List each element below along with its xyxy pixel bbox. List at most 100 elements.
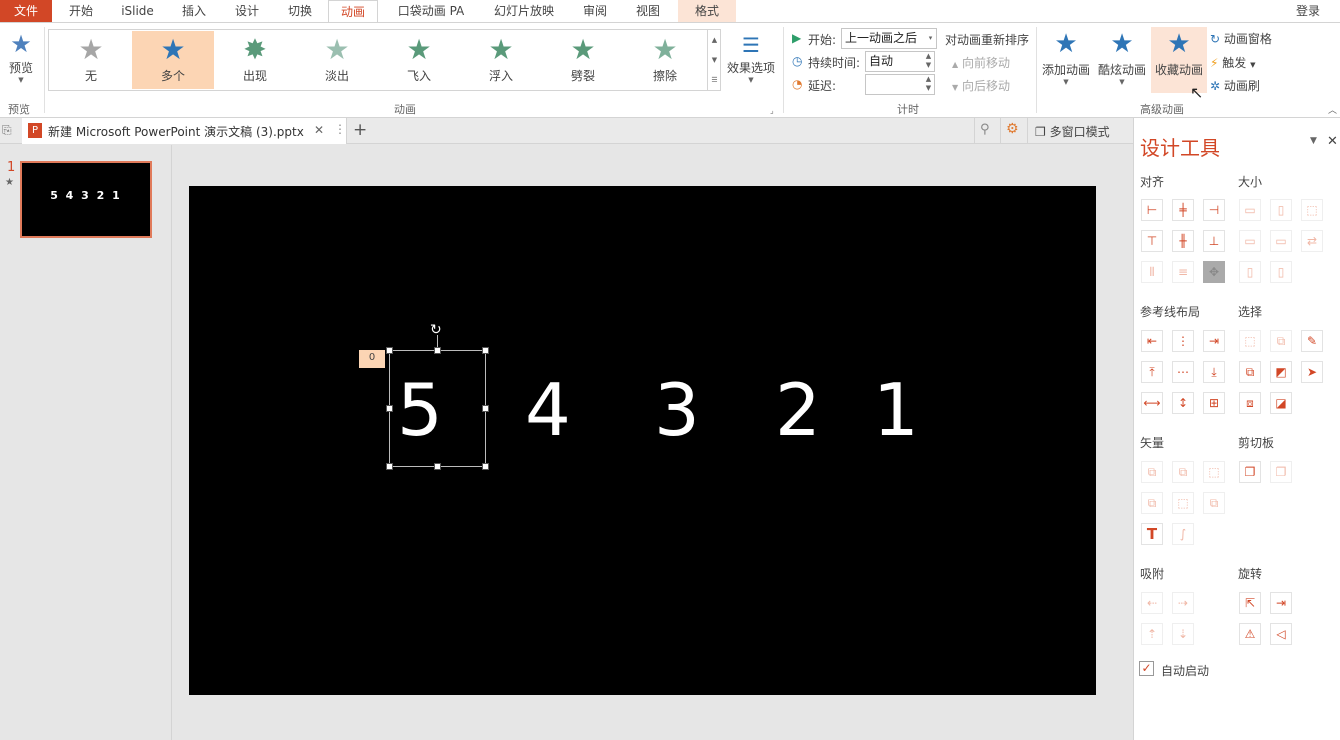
move-earlier-button[interactable]: ▲ 向前移动	[952, 54, 1010, 71]
tab-review[interactable]: 审阅	[572, 0, 618, 22]
preview-button[interactable]: ★ 预览 ▼	[2, 29, 40, 93]
select-back-icon[interactable]: ◪	[1270, 392, 1292, 414]
tab-file[interactable]: 文件	[0, 0, 52, 22]
edit-points-icon[interactable]: ∫	[1172, 523, 1194, 545]
cool-animation-button[interactable]: ★ 酷炫动画 ▼	[1095, 27, 1149, 93]
select-pieces-icon[interactable]: ⧈	[1239, 392, 1261, 414]
union-icon[interactable]: ⧉	[1141, 461, 1163, 483]
text-tool-icon[interactable]: T	[1141, 523, 1163, 545]
resize-handle[interactable]	[482, 405, 489, 412]
resize-handle[interactable]	[386, 347, 393, 354]
number-4[interactable]: 4	[525, 370, 571, 450]
gallery-item-multiple[interactable]: ★ 多个	[132, 31, 214, 89]
spinner-icon[interactable]: ▲ ▼	[923, 75, 934, 94]
subtract-icon[interactable]: ⬚	[1172, 492, 1194, 514]
login-link[interactable]: 登录	[1290, 0, 1326, 22]
animation-pane-button[interactable]: ↻ 动画窗格	[1210, 30, 1272, 47]
select-front-icon[interactable]: ◩	[1270, 361, 1292, 383]
tab-view[interactable]: 视图	[624, 0, 672, 22]
align-middle-icon[interactable]: ╫	[1172, 230, 1194, 252]
tab-animation[interactable]: 动画	[328, 0, 378, 23]
resize-handle[interactable]	[482, 463, 489, 470]
duration-field[interactable]: 自动 ▲ ▼	[865, 51, 935, 72]
combine-icon[interactable]: ⧉	[1172, 461, 1194, 483]
flip-vertical-icon[interactable]: ⚠	[1239, 623, 1261, 645]
paste-icon[interactable]: ❐	[1270, 461, 1292, 483]
flip-horizontal-icon[interactable]: ◁	[1270, 623, 1292, 645]
tab-pocket-animation[interactable]: 口袋动画 PA	[388, 0, 474, 22]
guide-bottom-icon[interactable]: ⤓	[1203, 361, 1225, 383]
gallery-item-appear[interactable]: ✸ 出现	[214, 31, 296, 89]
animation-painter-button[interactable]: ✲ 动画刷	[1210, 77, 1260, 94]
snap-top-icon[interactable]: ⇡	[1141, 623, 1163, 645]
size-left-icon[interactable]: ▯	[1239, 261, 1261, 283]
number-1[interactable]: 1	[873, 370, 919, 450]
start-select[interactable]: 上一动画之后 ▾	[841, 28, 937, 49]
gallery-item-float-in[interactable]: ★ 浮入	[460, 31, 542, 89]
magic-wand-icon[interactable]: ✎	[1301, 330, 1323, 352]
more-icon[interactable]: ⋮	[334, 122, 346, 136]
gallery-item-none[interactable]: ★ 无	[50, 31, 132, 89]
rotate-right-icon[interactable]: ⇥	[1270, 592, 1292, 614]
select-overlap-icon[interactable]: ⧉	[1239, 361, 1261, 383]
rotate-handle-icon[interactable]: ↻	[430, 322, 442, 338]
animation-order-tag[interactable]: 0	[359, 350, 385, 368]
collapse-ribbon-icon[interactable]: ︿	[1328, 103, 1337, 116]
move-later-button[interactable]: ▼ 向后移动	[952, 77, 1010, 94]
size-right-icon[interactable]: ▯	[1270, 261, 1292, 283]
tab-home[interactable]: 开始	[55, 0, 107, 22]
height-match-icon[interactable]: ▭	[1270, 230, 1292, 252]
multi-window-button[interactable]: ❐ 多窗口模式	[1035, 123, 1110, 140]
gallery-item-wipe[interactable]: ★ 擦除	[624, 31, 706, 89]
resize-handle[interactable]	[386, 463, 393, 470]
gallery-scroll[interactable]: ▲ ▼ ☰	[707, 30, 721, 90]
tab-slideshow[interactable]: 幻灯片放映	[484, 0, 564, 22]
tab-format[interactable]: 格式	[678, 0, 736, 22]
fragment-icon[interactable]: ⬚	[1203, 461, 1225, 483]
resize-handle[interactable]	[434, 463, 441, 470]
same-height-icon[interactable]: ▯	[1270, 199, 1292, 221]
gallery-item-fade[interactable]: ★ 淡出	[296, 31, 378, 89]
effect-options-button[interactable]: ☰ 效果选项 ▼	[726, 31, 776, 93]
intersect-icon[interactable]: ⧉	[1141, 492, 1163, 514]
trigger-button[interactable]: ⚡ 触发 ▼	[1210, 54, 1256, 71]
snap-right-icon[interactable]: ⇢	[1172, 592, 1194, 614]
same-width-icon[interactable]: ▭	[1239, 199, 1261, 221]
gallery-item-split[interactable]: ★ 劈裂	[542, 31, 624, 89]
tab-insert[interactable]: 插入	[168, 0, 220, 22]
add-animation-button[interactable]: ★ 添加动画 ▼	[1040, 27, 1092, 93]
new-tab-button[interactable]: +	[353, 120, 367, 140]
align-center-icon[interactable]: ╪	[1172, 199, 1194, 221]
number-3[interactable]: 3	[654, 370, 700, 450]
tab-transition[interactable]: 切换	[274, 0, 326, 22]
spinner-icon[interactable]: ▲ ▼	[923, 52, 934, 71]
chevron-down-icon[interactable]: ▼	[1310, 136, 1317, 146]
delay-field[interactable]: ▲ ▼	[865, 74, 935, 95]
dialog-launcher-icon[interactable]: ⌟	[770, 106, 774, 115]
guide-right-icon[interactable]: ⇥	[1203, 330, 1225, 352]
distribute-vertical-icon[interactable]: ≡	[1172, 261, 1194, 283]
align-bottom-icon[interactable]: ⊥	[1203, 230, 1225, 252]
guide-top-icon[interactable]: ⤒	[1141, 361, 1163, 383]
tab-list-icon[interactable]: ⎘	[2, 123, 12, 138]
resize-handle[interactable]	[434, 347, 441, 354]
close-icon[interactable]: ✕	[1327, 134, 1338, 149]
exclude-icon[interactable]: ⧉	[1203, 492, 1225, 514]
resize-handle[interactable]	[386, 405, 393, 412]
pin-icon[interactable]: ⚲	[980, 122, 990, 137]
slide-thumbnail[interactable]: 5 4 3 2 1	[20, 161, 152, 238]
same-size-icon[interactable]: ⬚	[1301, 199, 1323, 221]
gear-icon[interactable]: ⚙	[1006, 121, 1019, 137]
rotate-flip-icon[interactable]: ⇱	[1239, 592, 1261, 614]
selection-box[interactable]	[389, 350, 486, 467]
pointer-icon[interactable]: ➤	[1301, 361, 1323, 383]
auto-start-checkbox[interactable]: ✓	[1139, 661, 1154, 676]
guide-vcenter-icon[interactable]: ⋯	[1172, 361, 1194, 383]
snap-left-icon[interactable]: ⇠	[1141, 592, 1163, 614]
guide-grid-icon[interactable]: ⊞	[1203, 392, 1225, 414]
align-top-icon[interactable]: ⊤	[1141, 230, 1163, 252]
distribute-grid-icon[interactable]: ✥	[1203, 261, 1225, 283]
distribute-horizontal-icon[interactable]: ⦀	[1141, 261, 1163, 283]
swap-size-icon[interactable]: ⇄	[1301, 230, 1323, 252]
guide-width-icon[interactable]: ⟷	[1141, 392, 1163, 414]
